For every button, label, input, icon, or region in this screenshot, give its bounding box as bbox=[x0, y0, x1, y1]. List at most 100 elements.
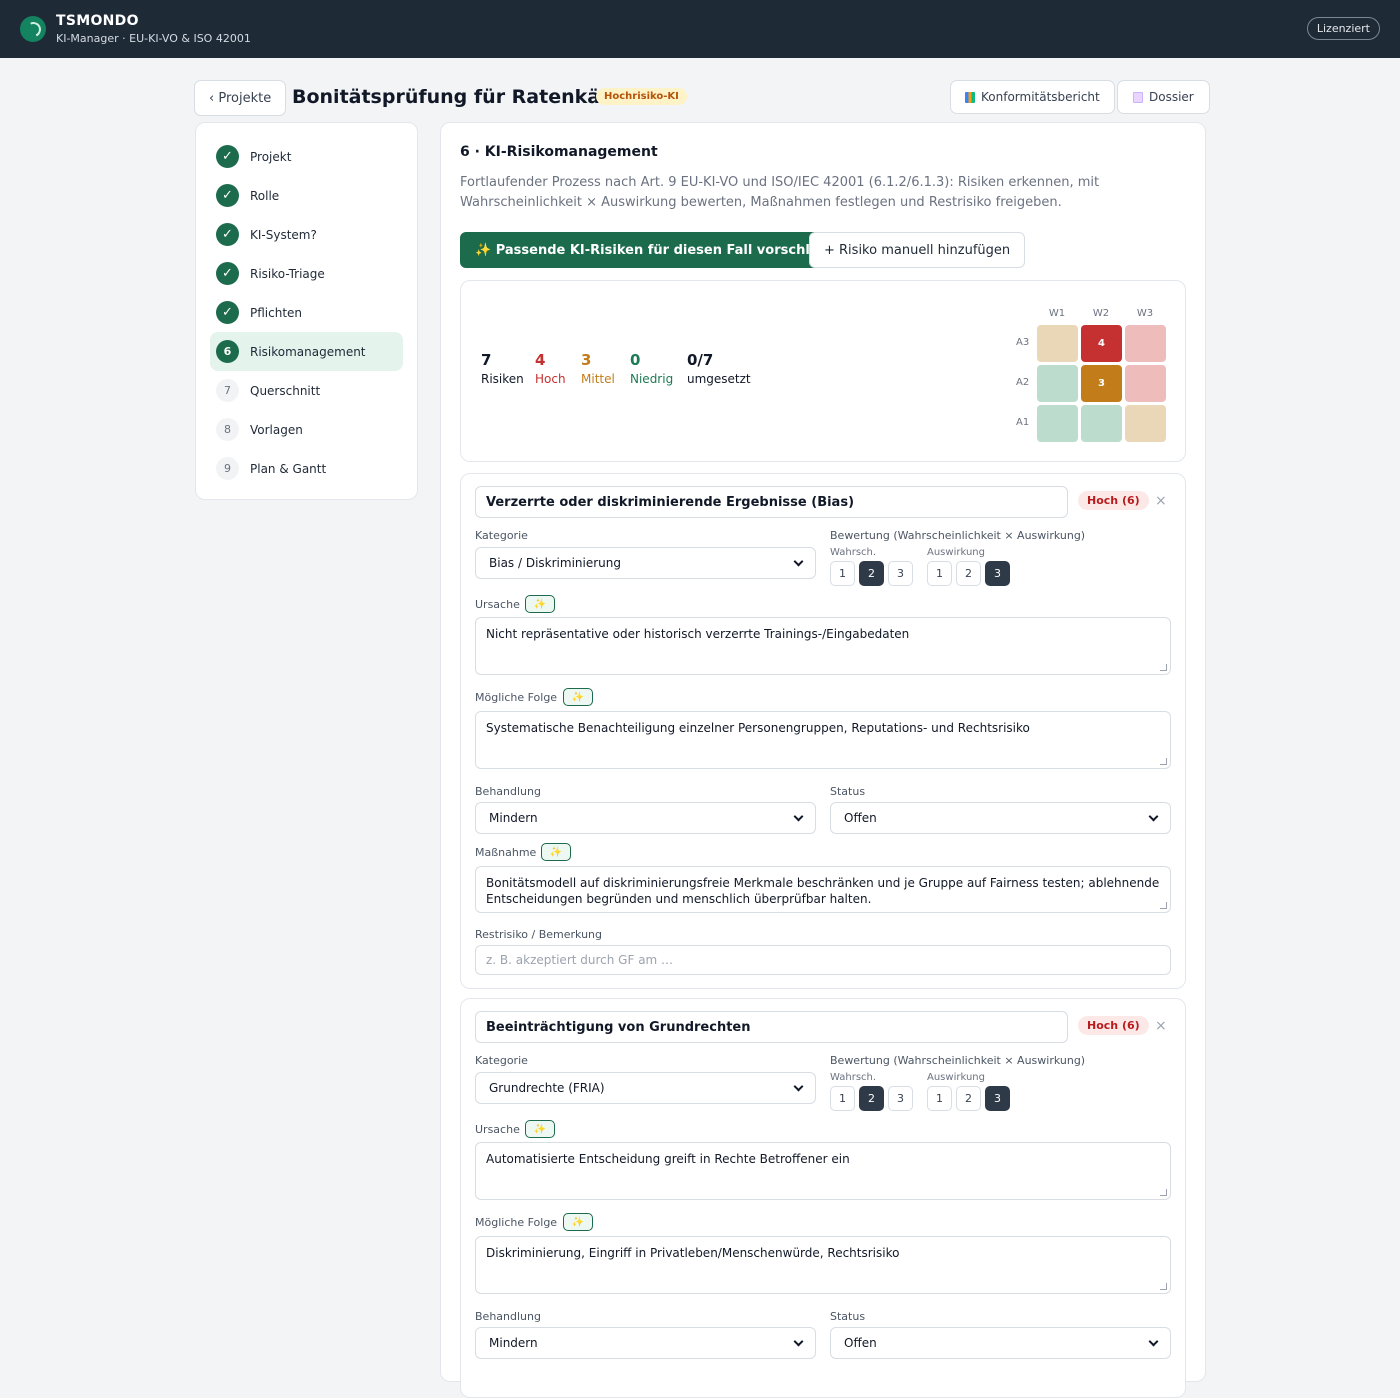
category-label: Kategorie bbox=[475, 529, 528, 542]
step-item[interactable]: 8 Vorlagen bbox=[210, 410, 403, 449]
matrix-row-label: A2 bbox=[1016, 377, 1030, 388]
matrix-cell[interactable]: 3 bbox=[1081, 365, 1122, 402]
chevron-down-icon bbox=[1148, 811, 1159, 821]
likelihood-option[interactable]: 3 bbox=[888, 1086, 913, 1111]
step-item[interactable]: ✓ Projekt bbox=[210, 137, 403, 176]
impact-label: Auswirkung bbox=[927, 547, 985, 558]
step-item[interactable]: ✓ KI-System? bbox=[210, 215, 403, 254]
back-to-projects-button[interactable]: ‹ Projekte bbox=[194, 80, 287, 116]
stat-value: 0 bbox=[630, 351, 641, 369]
check-icon: ✓ bbox=[216, 301, 239, 324]
check-icon: ✓ bbox=[216, 223, 239, 246]
stat-value: 7 bbox=[481, 351, 492, 369]
treatment-value: Mindern bbox=[489, 811, 538, 825]
measure-label: Maßnahme bbox=[475, 846, 537, 859]
step-label: Querschnitt bbox=[250, 383, 321, 398]
consequence-textarea[interactable]: Diskriminierung, Eingriff in Privatleben… bbox=[475, 1236, 1171, 1294]
chevron-down-icon bbox=[793, 556, 804, 566]
add-risk-manually-button[interactable]: + Risiko manuell hinzufügen bbox=[809, 232, 1026, 268]
treatment-select[interactable]: Mindern bbox=[475, 1327, 816, 1359]
likelihood-label: Wahrsch. bbox=[830, 1072, 877, 1083]
cause-label: Ursache bbox=[475, 598, 520, 611]
dossier-label: Dossier bbox=[1149, 90, 1194, 104]
likelihood-option[interactable]: 1 bbox=[830, 561, 855, 586]
step-item[interactable]: ✓ Risiko-Triage bbox=[210, 254, 403, 293]
treatment-label: Behandlung bbox=[475, 785, 541, 798]
category-select[interactable]: Grundrechte (FRIA) bbox=[475, 1072, 816, 1104]
risk-title-input[interactable]: Verzerrte oder diskriminierende Ergebnis… bbox=[475, 486, 1068, 518]
ai-suggest-icon[interactable]: ✨ bbox=[525, 595, 555, 613]
matrix-cell[interactable] bbox=[1037, 365, 1078, 402]
conformity-report-button[interactable]: Konformitätsbericht bbox=[950, 80, 1115, 114]
risk-level-badge: Hoch (6) bbox=[1078, 491, 1149, 510]
impact-option[interactable]: 3 bbox=[985, 561, 1010, 586]
matrix-cell[interactable] bbox=[1037, 405, 1078, 442]
app-subtitle: KI-Manager · EU-KI-VO & ISO 42001 bbox=[56, 32, 251, 45]
impact-label: Auswirkung bbox=[927, 1072, 985, 1083]
category-select[interactable]: Bias / Diskriminierung bbox=[475, 547, 816, 579]
impact-option[interactable]: 1 bbox=[927, 1086, 952, 1111]
matrix-col-label: W1 bbox=[1048, 308, 1066, 319]
check-icon: ✓ bbox=[216, 184, 239, 207]
steps-sidebar: ✓ Projekt ✓ Rolle ✓ KI-System? ✓ Risiko-Triage ✓… bbox=[195, 122, 418, 500]
section-title: 6 · KI-Risikomanagement bbox=[460, 144, 658, 160]
status-select[interactable]: Offen bbox=[830, 802, 1171, 834]
consequence-textarea[interactable]: Systematische Benachteiligung einzelner … bbox=[475, 711, 1171, 769]
section-description: Fortlaufender Prozess nach Art. 9 EU-KI-… bbox=[460, 175, 1100, 210]
residual-risk-input[interactable]: z. B. akzeptiert durch GF am … bbox=[475, 945, 1171, 975]
consequence-label: Mögliche Folge bbox=[475, 691, 558, 704]
matrix-cell[interactable] bbox=[1125, 365, 1166, 402]
chevron-down-icon bbox=[793, 1336, 804, 1346]
ai-suggest-icon[interactable]: ✨ bbox=[563, 688, 593, 706]
step-number: 9 bbox=[216, 457, 239, 480]
risk-card: Verzerrte oder diskriminierende Ergebnis… bbox=[460, 473, 1186, 989]
likelihood-option[interactable]: 2 bbox=[859, 561, 884, 586]
step-label: Risikomanagement bbox=[250, 344, 366, 359]
matrix-cell[interactable] bbox=[1125, 325, 1166, 362]
category-value: Grundrechte (FRIA) bbox=[489, 1081, 605, 1095]
assessment-label: Bewertung (Wahrscheinlichkeit × Auswirku… bbox=[830, 1054, 1086, 1067]
dossier-button[interactable]: Dossier bbox=[1117, 80, 1210, 114]
impact-option[interactable]: 2 bbox=[956, 1086, 981, 1111]
matrix-cell[interactable]: 4 bbox=[1081, 325, 1122, 362]
consequence-label: Mögliche Folge bbox=[475, 1216, 558, 1229]
matrix-cell[interactable] bbox=[1081, 405, 1122, 442]
license-badge[interactable]: Lizenziert bbox=[1306, 17, 1380, 40]
matrix-row-label: A1 bbox=[1016, 417, 1030, 428]
impact-option[interactable]: 3 bbox=[985, 1086, 1010, 1111]
treatment-select[interactable]: Mindern bbox=[475, 802, 816, 834]
check-icon: ✓ bbox=[216, 262, 239, 285]
stat-label: Hoch bbox=[535, 372, 566, 386]
matrix-cell[interactable] bbox=[1037, 325, 1078, 362]
ai-suggest-icon[interactable]: ✨ bbox=[525, 1120, 555, 1138]
close-icon[interactable]: × bbox=[1155, 1018, 1167, 1034]
impact-option[interactable]: 1 bbox=[927, 561, 952, 586]
status-select[interactable]: Offen bbox=[830, 1327, 1171, 1359]
ai-suggest-icon[interactable]: ✨ bbox=[563, 1213, 593, 1231]
step-label: Risiko-Triage bbox=[250, 266, 325, 281]
impact-option[interactable]: 2 bbox=[956, 561, 981, 586]
assessment-label: Bewertung (Wahrscheinlichkeit × Auswirku… bbox=[830, 529, 1086, 542]
ai-suggest-icon[interactable]: ✨ bbox=[541, 843, 571, 861]
likelihood-option[interactable]: 2 bbox=[859, 1086, 884, 1111]
matrix-cell[interactable] bbox=[1125, 405, 1166, 442]
step-item[interactable]: ✓ Rolle bbox=[210, 176, 403, 215]
step-item[interactable]: 9 Plan & Gantt bbox=[210, 449, 403, 488]
step-item[interactable]: ✓ Pflichten bbox=[210, 293, 403, 332]
status-value: Offen bbox=[844, 1336, 877, 1350]
chart-icon bbox=[965, 91, 975, 103]
likelihood-option[interactable]: 1 bbox=[830, 1086, 855, 1111]
stat-1: 4 Hoch bbox=[535, 351, 566, 386]
step-item[interactable]: 6 Risikomanagement bbox=[210, 332, 403, 371]
measure-textarea[interactable]: Bonitätsmodell auf diskriminierungsfreie… bbox=[475, 866, 1171, 913]
likelihood-option[interactable]: 3 bbox=[888, 561, 913, 586]
close-icon[interactable]: × bbox=[1155, 493, 1167, 509]
step-item[interactable]: 7 Querschnitt bbox=[210, 371, 403, 410]
risk-title-input[interactable]: Beeinträchtigung von Grundrechten bbox=[475, 1011, 1068, 1043]
suggest-risks-button[interactable]: ✨ Passende KI-Risiken für diesen Fall vo… bbox=[460, 232, 861, 268]
stat-value: 3 bbox=[581, 351, 592, 369]
step-number: 6 bbox=[216, 340, 239, 363]
cause-textarea[interactable]: Nicht repräsentative oder historisch ver… bbox=[475, 617, 1171, 675]
step-label: Plan & Gantt bbox=[250, 461, 327, 476]
cause-textarea[interactable]: Automatisierte Entscheidung greift in Re… bbox=[475, 1142, 1171, 1200]
